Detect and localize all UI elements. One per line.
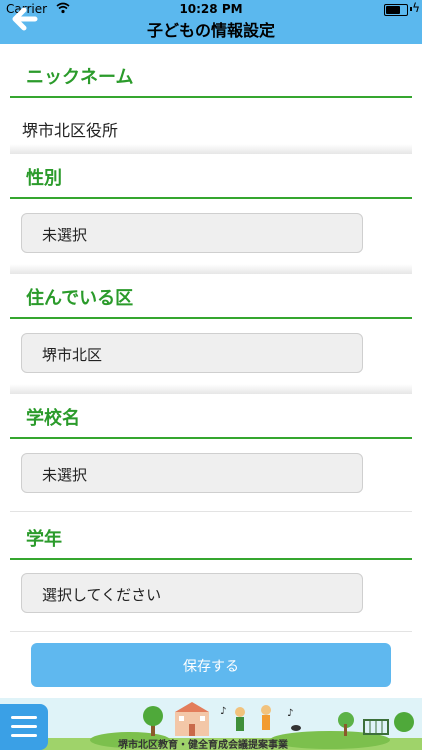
grade-section-header: 学年 [10, 516, 412, 560]
navigation-bar: Carrier 10:28 PM ϟ 子どもの情報設定 [0, 0, 422, 44]
school-section-header: 学校名 [10, 395, 412, 439]
divider [10, 144, 412, 154]
charging-icon: ϟ [412, 1, 420, 15]
grade-label: 学年 [26, 529, 62, 550]
menu-button[interactable] [0, 704, 48, 750]
grade-select[interactable]: 選択してください [21, 573, 363, 613]
divider [10, 264, 412, 274]
hamburger-icon-middle [11, 725, 37, 728]
ward-section-header: 住んでいる区 [10, 275, 412, 319]
grade-select-value: 選択してください [42, 586, 162, 604]
gender-select-value: 未選択 [42, 226, 88, 244]
nickname-section-header: ニックネーム [10, 54, 412, 98]
page-title: 子どもの情報設定 [146, 21, 275, 40]
gender-section-header: 性別 [10, 155, 412, 199]
footer-banner: ♪ ♪ 堺市北区教育・健全育成会議提案事業 [0, 698, 422, 750]
school-select-value: 未選択 [42, 466, 88, 484]
hamburger-icon-bottom [11, 734, 37, 737]
divider [10, 511, 412, 512]
school-label: 学校名 [26, 408, 80, 429]
nickname-input[interactable]: 堺市北区役所 [22, 117, 118, 141]
banner-caption: 堺市北区教育・健全育成会議提案事業 [118, 740, 288, 750]
hamburger-icon [11, 716, 37, 719]
svg-text:♪: ♪ [220, 706, 226, 717]
school-select[interactable]: 未選択 [21, 453, 363, 493]
ward-select-value: 堺市北区 [42, 346, 103, 364]
battery-icon [384, 4, 408, 16]
save-button[interactable]: 保存する [31, 643, 391, 687]
nickname-label: ニックネーム [26, 67, 134, 88]
ward-label: 住んでいる区 [26, 288, 134, 309]
divider [10, 631, 412, 632]
child-info-form: ニックネーム 堺市北区役所 性別 未選択 住んでいる区 堺市北区 学校名 未選択… [10, 54, 412, 634]
gender-select[interactable]: 未選択 [21, 213, 363, 253]
save-button-label: 保存する [183, 659, 239, 675]
ward-select[interactable]: 堺市北区 [21, 333, 363, 373]
divider [10, 384, 412, 394]
status-time: 10:28 PM [179, 2, 243, 16]
status-bar: Carrier 10:28 PM ϟ [0, 0, 422, 18]
svg-text:♪: ♪ [287, 708, 293, 719]
gender-label: 性別 [26, 168, 62, 189]
